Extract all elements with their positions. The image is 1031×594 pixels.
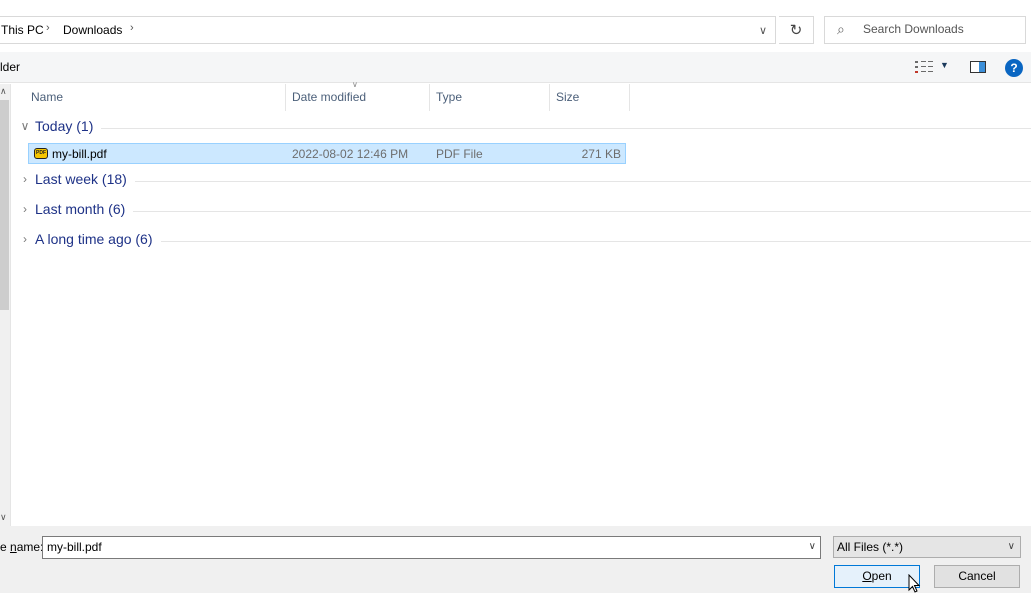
chevron-down-icon[interactable]: ∨ bbox=[19, 119, 31, 133]
breadcrumb-separator[interactable]: › bbox=[130, 22, 134, 34]
column-header-size[interactable]: Size bbox=[550, 84, 630, 111]
file-row[interactable]: PDF my-bill.pdf 2022-08-02 12:46 PM PDF … bbox=[28, 143, 626, 164]
command-toolbar: lder ▼ ? bbox=[0, 52, 1031, 83]
refresh-button[interactable]: ↻ bbox=[779, 16, 814, 44]
column-header-name[interactable]: Name bbox=[25, 84, 286, 111]
change-view-button[interactable] bbox=[914, 59, 934, 75]
search-input[interactable] bbox=[863, 22, 1013, 36]
group-label: Last week (18) bbox=[35, 171, 135, 187]
group-header-today[interactable]: ∨ Today (1) bbox=[19, 118, 1031, 138]
scroll-up-arrow-icon[interactable]: ∧ bbox=[0, 86, 7, 97]
search-icon: ⌕ bbox=[837, 21, 845, 37]
refresh-icon: ↻ bbox=[789, 22, 803, 39]
label-text: ame: bbox=[16, 540, 44, 554]
group-header-last-month[interactable]: › Last month (6) bbox=[19, 201, 1031, 221]
accelerator-key: n bbox=[10, 540, 17, 554]
pdf-file-icon: PDF bbox=[34, 148, 48, 159]
file-type-filter-value: All Files (*.*) bbox=[837, 540, 904, 554]
group-header-last-week[interactable]: › Last week (18) bbox=[19, 171, 1031, 191]
cancel-button[interactable]: Cancel bbox=[934, 565, 1020, 588]
breadcrumb-separator[interactable]: › bbox=[46, 22, 50, 34]
group-label: Last month (6) bbox=[35, 201, 134, 217]
preview-pane-icon bbox=[979, 62, 985, 72]
file-name-combobox[interactable]: ∨ bbox=[42, 536, 821, 559]
chevron-down-icon: ∨ bbox=[1007, 541, 1015, 552]
group-divider bbox=[35, 241, 1031, 242]
breadcrumb-this-pc[interactable]: This PC bbox=[1, 23, 44, 37]
mouse-cursor-icon bbox=[908, 574, 921, 593]
file-name-input[interactable] bbox=[47, 540, 787, 554]
group-divider bbox=[35, 128, 1031, 129]
group-header-long-time-ago[interactable]: › A long time ago (6) bbox=[19, 231, 1031, 251]
accelerator-key: O bbox=[862, 569, 872, 583]
file-date-modified: 2022-08-02 12:46 PM bbox=[292, 147, 409, 161]
group-label: A long time ago (6) bbox=[35, 231, 161, 247]
column-header-type[interactable]: Type bbox=[430, 84, 550, 111]
group-divider bbox=[35, 181, 1031, 182]
chevron-right-icon[interactable]: › bbox=[19, 202, 31, 216]
chevron-right-icon[interactable]: › bbox=[19, 172, 31, 186]
file-size: 271 KB bbox=[581, 147, 621, 161]
breadcrumb-downloads[interactable]: Downloads bbox=[63, 23, 122, 37]
group-divider bbox=[35, 211, 1031, 212]
address-history-dropdown[interactable]: ∨ bbox=[750, 16, 776, 44]
view-options-dropdown[interactable]: ▼ bbox=[940, 60, 949, 70]
new-folder-button[interactable]: lder bbox=[0, 60, 20, 74]
file-type: PDF File bbox=[436, 147, 483, 161]
search-box[interactable]: ⌕ bbox=[824, 16, 1026, 44]
file-name: my-bill.pdf bbox=[52, 147, 107, 161]
label-text: e bbox=[0, 540, 11, 554]
details-view-icon bbox=[915, 61, 933, 73]
scrollbar-thumb[interactable] bbox=[0, 100, 9, 310]
help-button[interactable]: ? bbox=[1005, 59, 1023, 77]
file-name-label: e name: bbox=[0, 540, 43, 554]
chevron-right-icon[interactable]: › bbox=[19, 232, 31, 246]
file-type-filter-select[interactable]: All Files (*.*) ∨ bbox=[833, 536, 1021, 558]
chevron-down-icon[interactable]: ∨ bbox=[809, 541, 816, 552]
scroll-down-arrow-icon[interactable]: ∨ bbox=[0, 512, 7, 523]
column-header-date-modified[interactable]: Date modified bbox=[286, 84, 430, 111]
chevron-down-icon: ∨ bbox=[758, 24, 768, 37]
preview-pane-button[interactable] bbox=[970, 61, 986, 73]
button-label: pen bbox=[871, 569, 892, 583]
address-bar[interactable]: This PC › Downloads › bbox=[0, 16, 776, 44]
group-label: Today (1) bbox=[35, 118, 102, 134]
